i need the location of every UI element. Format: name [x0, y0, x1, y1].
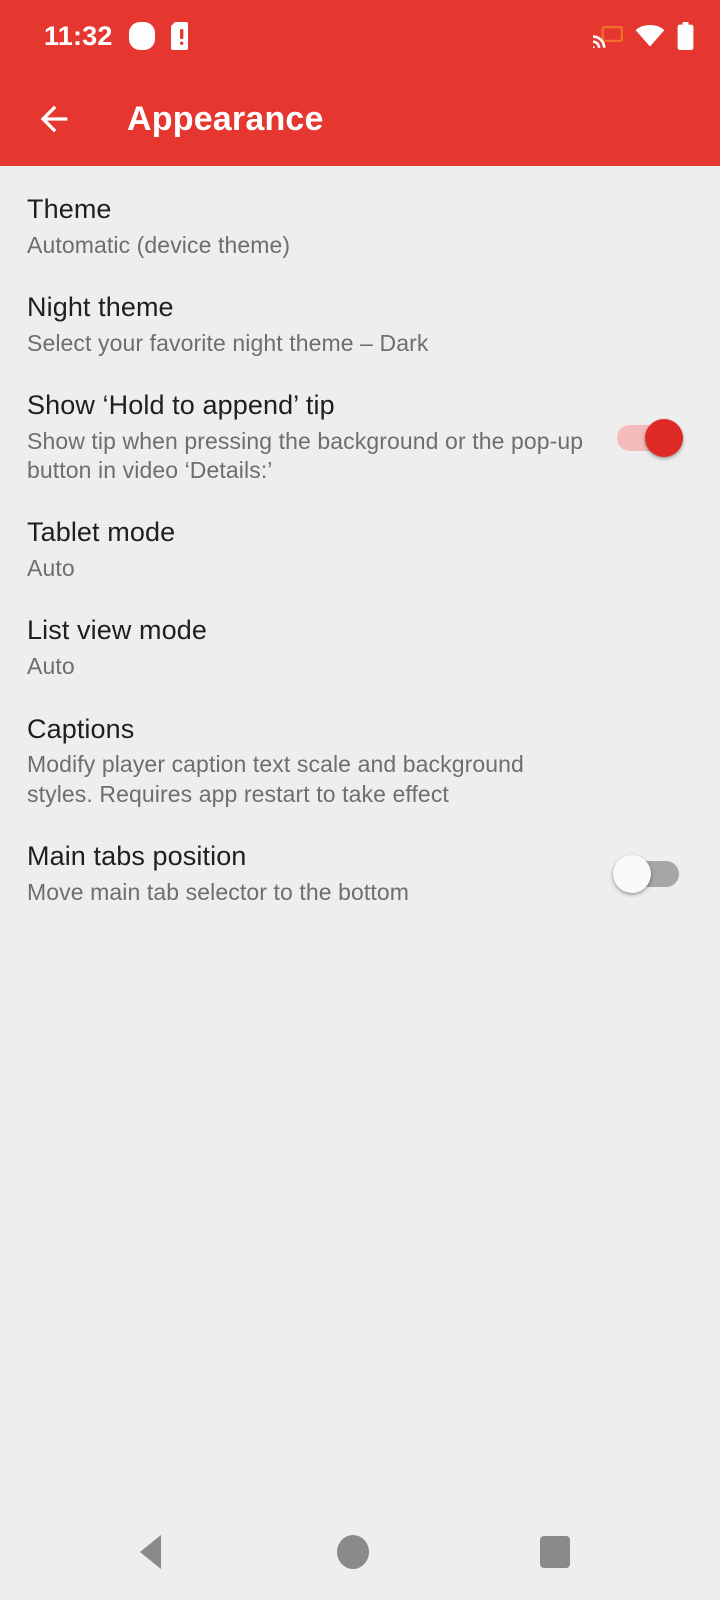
circle-home-icon	[337, 1535, 369, 1569]
preference-summary: Auto	[27, 555, 75, 582]
toggle-main-tabs-position[interactable]	[613, 854, 679, 893]
preference-summary: Modify player caption text scale and bac…	[27, 751, 524, 807]
sdcard-alert-icon	[170, 22, 192, 50]
nav-back-button[interactable]	[114, 1516, 186, 1588]
preference-title: Theme	[27, 194, 112, 224]
preference-summary: Move main tab selector to the bottom	[27, 878, 410, 905]
preference-text: Main tabs position Move main tab selecto…	[27, 841, 587, 907]
toggle-thumb-icon	[613, 854, 651, 893]
preference-title: Captions	[27, 713, 135, 744]
preference-item-hold-to-append-tip[interactable]: Show ‘Hold to append’ tip Show tip when …	[0, 374, 720, 501]
preference-summary: Auto	[27, 653, 75, 680]
preference-title: Main tabs position	[27, 840, 247, 871]
status-bar-left: 11:32	[44, 22, 192, 50]
preference-item-main-tabs-position[interactable]: Main tabs position Move main tab selecto…	[0, 825, 720, 923]
preference-item-night-theme[interactable]: Night theme Select your favorite night t…	[0, 276, 720, 374]
page-title: Appearance	[127, 100, 324, 138]
switch-container	[602, 854, 694, 893]
toggle-thumb-icon	[645, 418, 683, 457]
square-recents-icon	[540, 1536, 570, 1568]
preference-list: Theme Automatic (device theme) Night the…	[0, 166, 720, 923]
preference-item-captions[interactable]: Captions Modify player caption text scal…	[0, 698, 720, 825]
preference-text: Show ‘Hold to append’ tip Show tip when …	[27, 390, 587, 485]
status-bar-clock: 11:32	[44, 20, 113, 51]
preference-text: Theme Automatic (device theme)	[27, 194, 587, 260]
preference-title: Night theme	[27, 292, 174, 323]
cast-icon	[593, 24, 623, 48]
wifi-icon	[635, 24, 665, 48]
preference-text: Captions Modify player caption text scal…	[27, 714, 587, 809]
preference-item-tablet-mode[interactable]: Tablet mode Auto	[0, 501, 720, 599]
status-bar-right	[593, 22, 694, 50]
toolbar-back-button[interactable]	[28, 93, 80, 145]
preference-summary: Select your favorite night theme – Dark	[27, 329, 429, 356]
toggle-hold-to-append-tip[interactable]	[617, 418, 683, 457]
preference-summary: Automatic (device theme)	[27, 231, 291, 258]
app-toolbar: Appearance	[0, 72, 720, 166]
notification-blob-icon	[128, 22, 155, 50]
nav-home-button[interactable]	[317, 1516, 389, 1588]
preference-title: List view mode	[27, 615, 207, 646]
preference-title: Show ‘Hold to append’ tip	[27, 390, 335, 421]
preference-summary: Show tip when pressing the background or…	[27, 427, 584, 484]
preference-item-theme[interactable]: Theme Automatic (device theme)	[0, 178, 720, 276]
app-screen: 11:32 Appearance Theme Automatic (device…	[0, 0, 720, 1600]
battery-icon	[677, 22, 694, 50]
preference-text: Tablet mode Auto	[27, 517, 587, 583]
preference-text: Night theme Select your favorite night t…	[27, 292, 587, 358]
preference-title: Tablet mode	[27, 517, 176, 548]
triangle-back-icon	[139, 1535, 161, 1569]
preference-item-list-view-mode[interactable]: List view mode Auto	[0, 599, 720, 697]
system-navigation-bar	[0, 1504, 720, 1600]
status-bar: 11:32	[0, 0, 720, 72]
arrow-left-icon	[40, 105, 68, 133]
switch-container	[602, 418, 694, 457]
nav-recents-button[interactable]	[519, 1516, 591, 1588]
preference-text: List view mode Auto	[27, 615, 587, 681]
